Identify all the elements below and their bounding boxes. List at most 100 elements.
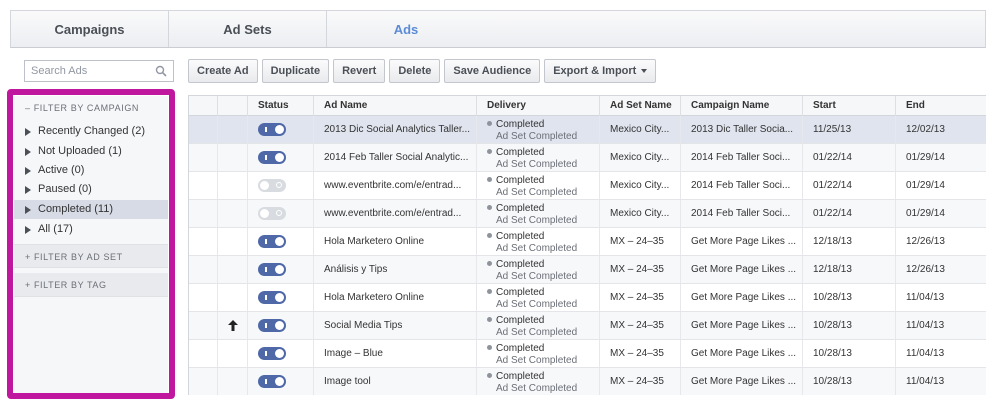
filter-by-ad-set-header[interactable]: + FILTER BY AD SET [14,244,168,268]
cell-ad-set-name: MX – 24–35 [599,340,680,367]
filter-by-campaign-header[interactable]: – FILTER BY CAMPAIGN [14,96,168,120]
export-import-button[interactable]: Export & Import [544,59,657,83]
status-toggle[interactable] [258,375,286,388]
search-icon[interactable] [155,65,167,77]
column-header-campaign-name[interactable]: Campaign Name [680,96,802,116]
cell-ad-name[interactable]: Social Media Tips [313,312,476,339]
cell-row-marker [189,116,217,143]
table-row[interactable]: 2014 Feb Taller Social Analytic... Comple… [189,144,986,172]
delivery-status: Completed [496,119,545,130]
cell-start: 01/22/14 [802,172,895,199]
cell-start: 10/28/13 [802,312,895,339]
cell-ad-name[interactable]: www.eventbrite.com/e/entrad... [313,172,476,199]
status-toggle[interactable] [258,235,286,248]
cell-status [247,312,313,339]
cell-action [217,228,247,255]
cell-ad-name[interactable]: Hola Marketero Online [313,284,476,311]
filter-item-not-uploaded[interactable]: Not Uploaded (1) [14,142,168,161]
cell-ad-name[interactable]: 2013 Dic Social Analytics Taller... [313,116,476,143]
cell-campaign-name: 2014 Feb Taller Soci... [680,144,802,171]
expand-triangle-icon [25,167,31,175]
search-input[interactable]: Search Ads [24,60,174,82]
cell-start: 01/22/14 [802,144,895,171]
cell-delivery: Completed Ad Set Completed [476,312,599,339]
cell-ad-name[interactable]: 2014 Feb Taller Social Analytic... [313,144,476,171]
cell-ad-set-name: MX – 24–35 [599,284,680,311]
cell-status [247,144,313,171]
column-header-status[interactable]: Status [247,96,313,116]
column-header-end[interactable]: End [895,96,986,116]
duplicate-button[interactable]: Duplicate [261,59,330,83]
status-dot-icon [487,149,492,154]
delivery-status: Completed [496,315,545,326]
cell-start: 12/18/13 [802,228,895,255]
status-toggle[interactable] [258,179,286,192]
cell-ad-set-name: Mexico City... [599,172,680,199]
column-header-ad-set-name[interactable]: Ad Set Name [599,96,680,116]
filter-by-tag-header[interactable]: + FILTER BY TAG [14,273,168,297]
table-row[interactable]: Hola Marketero Online Completed Ad Set Com… [189,284,986,312]
cell-ad-name[interactable]: Image tool [313,368,476,395]
expand-triangle-icon [25,206,31,214]
cell-end: 12/26/13 [895,256,986,283]
cell-ad-name[interactable]: Análisis y Tips [313,256,476,283]
cell-ad-set-name: MX – 24–35 [599,256,680,283]
column-header-ad-name[interactable]: Ad Name [313,96,476,116]
filter-item-recently-changed[interactable]: Recently Changed (2) [14,122,168,141]
cell-start: 10/28/13 [802,368,895,395]
status-dot-icon [487,233,492,238]
cell-row-marker [189,144,217,171]
table-row[interactable]: Image tool Completed Ad Set Completed MX – … [189,368,986,395]
cell-campaign-name: Get More Page Likes ... [680,340,802,367]
export-import-label: Export & Import [553,65,637,77]
cell-row-marker [189,368,217,395]
status-toggle[interactable] [258,319,286,332]
table-row[interactable]: Image – Blue Completed Ad Set Completed MX … [189,340,986,368]
expand-triangle-icon [25,226,31,234]
ads-table: Status Ad Name Delivery Ad Set Name Camp… [188,95,986,395]
status-toggle[interactable] [258,151,286,164]
tab-ads[interactable]: Ads [327,11,485,47]
status-toggle[interactable] [258,263,286,276]
revert-button[interactable]: Revert [333,59,386,83]
cell-ad-name[interactable]: Image – Blue [313,340,476,367]
table-row[interactable]: www.eventbrite.com/e/entrad... Completed A… [189,172,986,200]
cell-status [247,340,313,367]
cell-end: 11/04/13 [895,284,986,311]
status-toggle[interactable] [258,347,286,360]
delivery-status: Completed [496,175,545,186]
column-header-delivery[interactable]: Delivery [476,96,599,116]
cell-row-marker [189,172,217,199]
arrow-up-icon [228,320,238,331]
toolbar: Create Ad Duplicate Revert Delete Save A… [188,59,657,83]
table-header-row: Status Ad Name Delivery Ad Set Name Camp… [189,95,986,116]
cell-status [247,200,313,227]
cell-ad-name[interactable]: www.eventbrite.com/e/entrad... [313,200,476,227]
delete-button[interactable]: Delete [389,59,441,83]
cell-ad-set-name: Mexico City... [599,144,680,171]
filter-item-paused[interactable]: Paused (0) [14,180,168,199]
filter-item-label: Paused (0) [38,183,92,195]
filter-item-active[interactable]: Active (0) [14,161,168,180]
save-audience-button[interactable]: Save Audience [444,59,541,83]
tab-ad-sets[interactable]: Ad Sets [169,11,327,47]
create-ad-button[interactable]: Create Ad [188,59,258,83]
status-toggle[interactable] [258,291,286,304]
filter-item-label: Recently Changed (2) [38,125,146,137]
cell-campaign-name: Get More Page Likes ... [680,368,802,395]
delivery-status: Completed [496,203,545,214]
column-header-start[interactable]: Start [802,96,895,116]
cell-delivery: Completed Ad Set Completed [476,172,599,199]
status-toggle[interactable] [258,207,286,220]
table-row[interactable]: www.eventbrite.com/e/entrad... Completed A… [189,200,986,228]
filter-item-label: Completed (11) [38,203,113,215]
table-row[interactable]: Social Media Tips Completed Ad Set Complet… [189,312,986,340]
filter-item-completed[interactable]: Completed (11) [14,200,168,219]
table-row[interactable]: 2013 Dic Social Analytics Taller... Compl… [189,116,986,144]
table-row[interactable]: Análisis y Tips Completed Ad Set Completed… [189,256,986,284]
cell-ad-name[interactable]: Hola Marketero Online [313,228,476,255]
filter-item-all[interactable]: All (17) [14,220,168,239]
tab-campaigns[interactable]: Campaigns [11,11,169,47]
table-row[interactable]: Hola Marketero Online Completed Ad Set Com… [189,228,986,256]
status-toggle[interactable] [258,123,286,136]
